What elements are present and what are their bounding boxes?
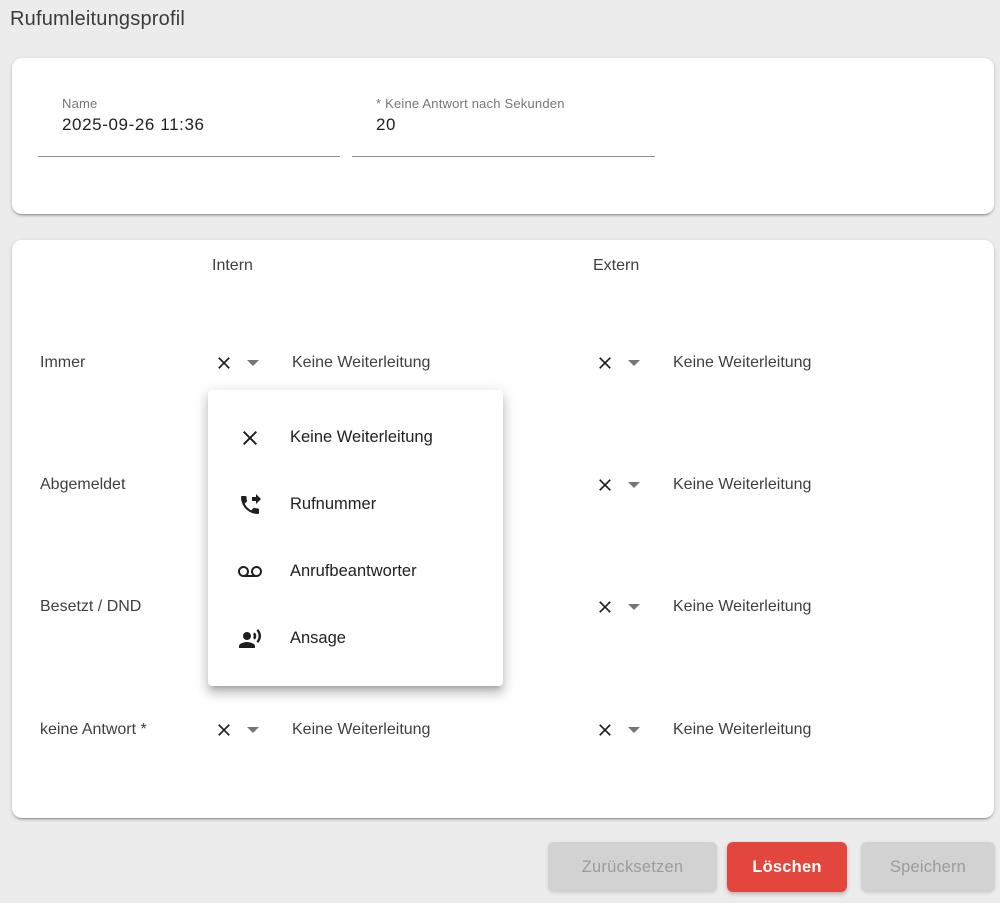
record-voice-over-icon <box>238 627 262 651</box>
select-value: Keine Weiterleitung <box>673 476 811 494</box>
close-icon <box>214 720 234 740</box>
select-value: Keine Weiterleitung <box>673 354 811 372</box>
column-header-intern: Intern <box>212 257 253 275</box>
close-icon <box>595 475 615 495</box>
menu-item-anrufbeantworter[interactable]: Anrufbeantworter <box>208 538 503 605</box>
close-icon <box>595 597 615 617</box>
row-label-besetzt-dnd: Besetzt / DND <box>40 595 141 619</box>
reset-button[interactable]: Zurücksetzen <box>548 842 717 892</box>
select-immer-intern[interactable]: Keine Weiterleitung <box>214 351 430 375</box>
chevron-down-icon <box>628 604 640 610</box>
close-icon <box>214 353 234 373</box>
row-label-keine-antwort: keine Antwort * <box>40 718 147 742</box>
select-immer-extern[interactable]: Keine Weiterleitung <box>595 351 811 375</box>
profile-card: Name * Keine Antwort nach Sekunden <box>12 58 994 214</box>
footer-actions: Zurücksetzen Löschen Speichern <box>0 842 995 892</box>
chevron-down-icon <box>628 360 640 366</box>
chevron-down-icon <box>628 482 640 488</box>
chevron-down-icon <box>247 360 259 366</box>
select-abgemeldet-extern[interactable]: Keine Weiterleitung <box>595 473 811 497</box>
save-button[interactable]: Speichern <box>861 842 995 892</box>
select-value: Keine Weiterleitung <box>673 721 811 739</box>
forwarding-type-menu: Keine Weiterleitung Rufnummer Anrufbeant… <box>208 390 503 686</box>
menu-item-label: Rufnummer <box>290 495 376 514</box>
no-answer-seconds-field: * Keine Antwort nach Sekunden <box>352 96 655 157</box>
select-value: Keine Weiterleitung <box>673 598 811 616</box>
menu-item-rufnummer[interactable]: Rufnummer <box>208 471 503 538</box>
row-label-abgemeldet: Abgemeldet <box>40 473 125 497</box>
voicemail-icon <box>238 560 262 584</box>
column-header-extern: Extern <box>593 257 639 275</box>
no-answer-seconds-label: * Keine Antwort nach Sekunden <box>376 96 655 111</box>
delete-button[interactable]: Löschen <box>727 842 847 892</box>
chevron-down-icon <box>247 727 259 733</box>
select-value: Keine Weiterleitung <box>292 721 430 739</box>
forwarding-card: Intern Extern Immer Keine Weiterleitung … <box>12 240 994 818</box>
select-besetzt-extern[interactable]: Keine Weiterleitung <box>595 595 811 619</box>
select-keine-antwort-intern[interactable]: Keine Weiterleitung <box>214 718 430 742</box>
name-field: Name <box>38 96 340 157</box>
select-keine-antwort-extern[interactable]: Keine Weiterleitung <box>595 718 811 742</box>
menu-item-label: Ansage <box>290 629 346 648</box>
row-label-immer: Immer <box>40 351 85 375</box>
name-input[interactable] <box>62 115 340 135</box>
name-field-label: Name <box>62 96 340 111</box>
close-icon <box>595 353 615 373</box>
page-title: Rufumleitungsprofil <box>10 8 185 31</box>
no-answer-seconds-input[interactable] <box>376 115 655 135</box>
close-icon <box>595 720 615 740</box>
select-value: Keine Weiterleitung <box>292 354 430 372</box>
close-icon <box>238 426 262 450</box>
menu-item-ansage[interactable]: Ansage <box>208 605 503 672</box>
menu-item-label: Anrufbeantworter <box>290 562 417 581</box>
phone-forwarded-icon <box>238 493 262 517</box>
chevron-down-icon <box>628 727 640 733</box>
menu-item-label: Keine Weiterleitung <box>290 428 433 447</box>
menu-item-keine-weiterleitung[interactable]: Keine Weiterleitung <box>208 404 503 471</box>
